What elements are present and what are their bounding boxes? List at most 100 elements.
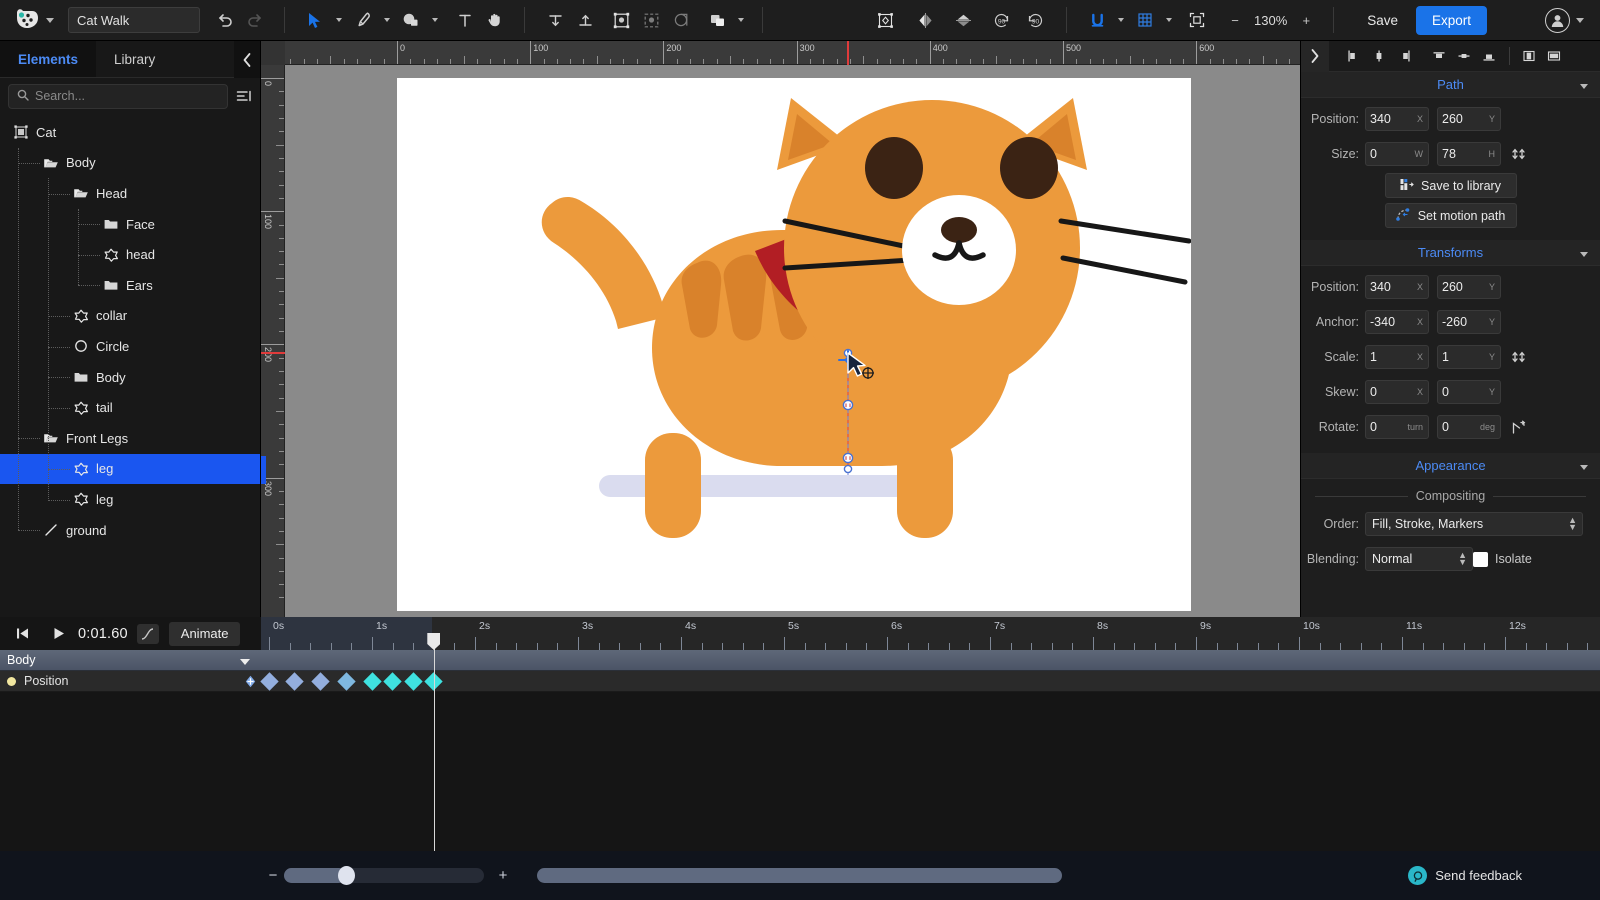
tab-elements[interactable]: Elements	[0, 41, 97, 77]
scale-link-ratio-icon[interactable]	[1509, 350, 1527, 364]
group-frame-tool[interactable]	[606, 3, 636, 37]
tree-item-ears-5[interactable]: Ears	[0, 270, 260, 301]
timeline-zoom-out-button[interactable]: −	[262, 867, 284, 884]
section-header-path[interactable]: Path	[1301, 72, 1600, 98]
transform-box-tool[interactable]	[870, 3, 900, 37]
distribute-vertical-icon[interactable]	[1541, 43, 1566, 70]
filter-list-icon[interactable]	[236, 89, 252, 103]
transform-skew-y-input[interactable]	[1442, 385, 1496, 399]
timeline-zoom-in-button[interactable]: +	[492, 867, 514, 884]
play-button[interactable]	[42, 619, 74, 649]
isolate-checkbox[interactable]	[1473, 551, 1488, 567]
timeline-playhead[interactable]	[433, 633, 435, 851]
blending-spinner-icon[interactable]: ▲ ▼	[1458, 551, 1467, 567]
grid-tool-caret[interactable]	[1160, 3, 1178, 37]
align-bottom-tool[interactable]	[570, 3, 600, 37]
search-input[interactable]	[35, 89, 219, 103]
section-header-transforms[interactable]: Transforms	[1301, 240, 1600, 266]
transform-rotate-turn-field[interactable]: turn	[1365, 415, 1429, 439]
transform-anchor-x-input[interactable]	[1370, 315, 1424, 329]
path-position-x-field[interactable]: X	[1365, 107, 1429, 131]
flip-horizontal-tool[interactable]	[910, 3, 940, 37]
transform-position-y-input[interactable]	[1442, 280, 1496, 294]
transform-scale-y-field[interactable]: Y	[1437, 345, 1501, 369]
transform-position-y-field[interactable]: Y	[1437, 275, 1501, 299]
align-center-horizontal-icon[interactable]	[1366, 43, 1391, 70]
link-ratio-icon[interactable]	[1509, 147, 1527, 161]
shape-tool[interactable]	[396, 3, 426, 37]
path-position-y-input[interactable]	[1442, 112, 1496, 126]
set-motion-path-button[interactable]: Set motion path	[1384, 203, 1517, 228]
pen-tool[interactable]	[348, 3, 378, 37]
magnet-snap-tool[interactable]	[1082, 3, 1112, 37]
save-to-library-button[interactable]: Save to library	[1384, 173, 1517, 198]
order-spinner-icon[interactable]: ▲ ▼	[1568, 516, 1577, 532]
section-collapse-path-icon[interactable]	[1580, 77, 1588, 92]
text-tool[interactable]	[450, 3, 480, 37]
track-group-body[interactable]: Body	[0, 650, 1600, 671]
transform-rotate-deg-field[interactable]: deg	[1437, 415, 1501, 439]
logo-dropdown-caret[interactable]	[40, 3, 60, 37]
tree-item-head-4[interactable]: head	[0, 239, 260, 270]
boolean-tool-caret[interactable]	[732, 3, 750, 37]
tree-item-tail-9[interactable]: tail	[0, 392, 260, 423]
transform-anchor-y-field[interactable]: Y	[1437, 310, 1501, 334]
fit-to-screen-tool[interactable]	[1182, 3, 1212, 37]
vertical-ruler[interactable]: 0 100 200 300	[261, 41, 285, 617]
flip-vertical-tool[interactable]	[948, 3, 978, 37]
snap-tool-caret[interactable]	[1112, 3, 1130, 37]
section-header-appearance[interactable]: Appearance	[1301, 453, 1600, 479]
grid-tool[interactable]	[1130, 3, 1160, 37]
transform-skew-x-field[interactable]: X	[1365, 380, 1429, 404]
section-collapse-transforms-icon[interactable]	[1580, 245, 1588, 260]
canvas-area[interactable]: 0 100 200 300 400 500 600 0 100 200 300	[261, 41, 1300, 617]
easing-curve-button[interactable]	[136, 623, 159, 644]
align-right-icon[interactable]	[1391, 43, 1416, 70]
animate-button[interactable]: Animate	[168, 621, 241, 646]
section-collapse-appearance-icon[interactable]	[1580, 458, 1588, 473]
undo-button[interactable]	[210, 3, 240, 37]
timeline-zoom-slider[interactable]	[284, 866, 484, 885]
rotate-right-90-tool[interactable]: 90	[1020, 3, 1050, 37]
path-position-y-field[interactable]: Y	[1437, 107, 1501, 131]
timeline-zoom-slider-knob[interactable]	[337, 866, 355, 885]
artboard[interactable]	[397, 78, 1192, 611]
zoom-level-label[interactable]: 130%	[1250, 13, 1291, 28]
transform-anchor-x-field[interactable]: X	[1365, 310, 1429, 334]
send-feedback-button[interactable]: Send feedback	[1408, 866, 1522, 885]
transform-position-x-field[interactable]: X	[1365, 275, 1429, 299]
transform-scale-y-input[interactable]	[1442, 350, 1496, 364]
skip-to-start-button[interactable]	[6, 619, 38, 649]
mask-circle-tool[interactable]	[666, 3, 696, 37]
shape-tool-caret[interactable]	[426, 3, 444, 37]
align-bottom-icon[interactable]	[1476, 43, 1501, 70]
tree-item-head-2[interactable]: Head	[0, 178, 260, 209]
track-group-collapse-icon[interactable]	[240, 653, 250, 668]
ungroup-tool[interactable]	[636, 3, 666, 37]
rotate-anchor-icon[interactable]	[1509, 420, 1527, 435]
tree-item-cat-0[interactable]: Cat	[0, 117, 260, 148]
pen-tool-caret[interactable]	[378, 3, 396, 37]
path-size-h-field[interactable]: H	[1437, 142, 1501, 166]
app-logo-icon[interactable]	[10, 7, 40, 33]
transform-skew-x-input[interactable]	[1370, 385, 1424, 399]
path-position-x-input[interactable]	[1370, 112, 1424, 126]
search-box[interactable]	[8, 83, 228, 109]
tree-item-leg-12[interactable]: leg	[0, 484, 260, 515]
expand-right-panel-icon[interactable]	[1301, 40, 1329, 72]
user-avatar-icon[interactable]	[1545, 7, 1570, 33]
align-middle-vertical-icon[interactable]	[1451, 43, 1476, 70]
transform-scale-x-input[interactable]	[1370, 350, 1424, 364]
order-select[interactable]: Fill, Stroke, Markers ▲ ▼	[1365, 512, 1583, 536]
tree-item-leg-11[interactable]: leg	[0, 453, 260, 485]
select-tool[interactable]	[300, 3, 330, 37]
blending-select[interactable]: Normal ▲ ▼	[1365, 547, 1473, 571]
tab-library[interactable]: Library	[96, 41, 173, 77]
cat-illustration[interactable]	[397, 78, 1192, 611]
rotate-left-90-tool[interactable]: 90	[986, 3, 1016, 37]
align-top-tool[interactable]	[540, 3, 570, 37]
transform-position-x-input[interactable]	[1370, 280, 1424, 294]
account-dropdown-caret[interactable]	[1570, 3, 1590, 37]
distribute-horizontal-icon[interactable]	[1516, 43, 1541, 70]
transform-skew-y-field[interactable]: Y	[1437, 380, 1501, 404]
